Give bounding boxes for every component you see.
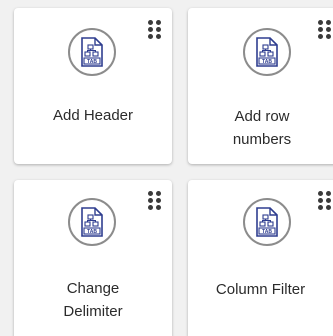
card-add-row-numbers[interactable]: TAB Add row numbers <box>188 8 333 164</box>
svg-text:TAB: TAB <box>262 59 272 65</box>
tab-file-icon: TAB <box>68 198 116 246</box>
tab-file-icon: TAB <box>243 28 291 76</box>
drag-handle-icon[interactable] <box>318 191 332 210</box>
drag-handle-icon[interactable] <box>148 191 162 210</box>
tool-card-grid: TAB Add Header TAB Add row numbers TAB C… <box>0 0 333 336</box>
card-column-filter[interactable]: TAB Column Filter <box>188 180 333 336</box>
card-label: Change Delimiter <box>63 280 123 320</box>
svg-text:TAB: TAB <box>87 59 97 65</box>
card-add-header[interactable]: TAB Add Header <box>14 8 172 164</box>
svg-text:TAB: TAB <box>87 229 97 235</box>
tab-file-icon: TAB <box>243 198 291 246</box>
card-label: Add row numbers <box>232 108 292 148</box>
svg-text:TAB: TAB <box>262 229 272 235</box>
card-label: Add Header <box>52 107 134 124</box>
drag-handle-icon[interactable] <box>318 20 332 39</box>
drag-handle-icon[interactable] <box>148 20 162 39</box>
card-label: Column Filter <box>215 281 306 298</box>
card-change-delimiter[interactable]: TAB Change Delimiter <box>14 180 172 336</box>
tab-file-icon: TAB <box>68 28 116 76</box>
